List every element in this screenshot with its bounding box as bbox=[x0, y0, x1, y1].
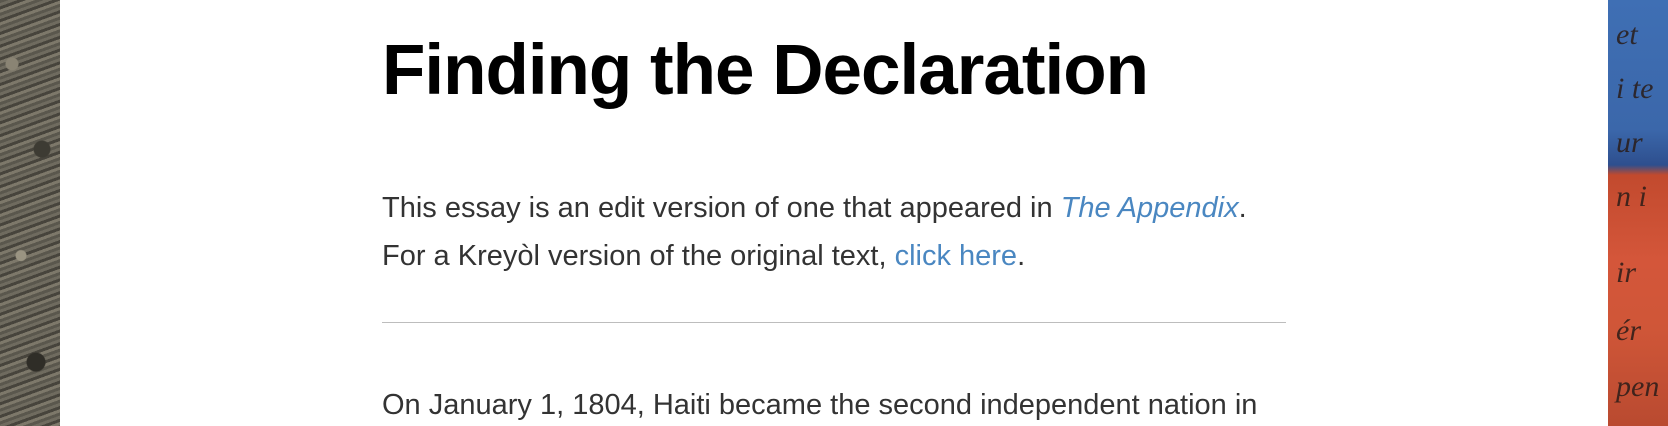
kreyol-version-link[interactable]: click here bbox=[895, 240, 1018, 272]
article-body-paragraph: On January 1, 1804, Haiti became the sec… bbox=[382, 389, 1258, 421]
right-background-image: et i te ur n i ir ér pen bbox=[1608, 0, 1668, 426]
page-title: Finding the Declaration bbox=[382, 31, 1149, 110]
intro-line-2: For a Kreyòl version of the original tex… bbox=[382, 232, 1286, 280]
intro-text: For a Kreyòl version of the original tex… bbox=[382, 240, 895, 272]
image-text-fragment: n i bbox=[1616, 180, 1647, 213]
intro-text: This essay is an edit version of one tha… bbox=[382, 192, 1061, 224]
image-text-fragment: ur bbox=[1616, 126, 1643, 159]
section-divider bbox=[382, 322, 1286, 323]
intro-note: This essay is an edit version of one tha… bbox=[382, 184, 1286, 280]
image-text-fragment: et bbox=[1616, 18, 1638, 51]
left-background-image bbox=[0, 0, 60, 426]
image-text-fragment: i te bbox=[1616, 72, 1654, 105]
image-text-fragment: ir bbox=[1616, 256, 1637, 289]
image-text-fragment: ér bbox=[1616, 314, 1641, 347]
image-text-fragment: pen bbox=[1616, 370, 1660, 403]
appendix-link[interactable]: The Appendix bbox=[1061, 192, 1239, 224]
intro-punctuation: . bbox=[1238, 192, 1247, 224]
article-page: Finding the Declaration This essay is an… bbox=[60, 0, 1608, 426]
intro-line-1: This essay is an edit version of one tha… bbox=[382, 184, 1286, 232]
intro-punctuation: . bbox=[1017, 240, 1026, 272]
